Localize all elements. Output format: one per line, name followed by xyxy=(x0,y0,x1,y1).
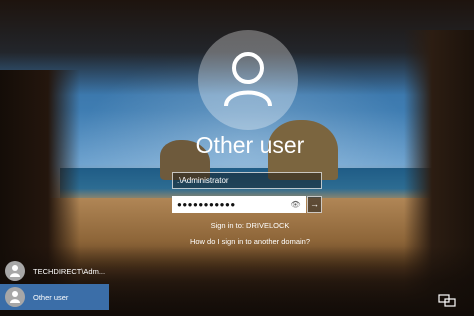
user-icon xyxy=(10,291,20,303)
user-avatar xyxy=(198,30,298,130)
user-icon xyxy=(224,52,272,107)
help-link[interactable]: How do I sign in to another domain? xyxy=(150,237,350,246)
user-list-label: TECHDIRECT\Adm... xyxy=(33,266,106,276)
eye-icon[interactable]: 👁 xyxy=(290,200,301,209)
password-mask: ●●●●●●●●●●● xyxy=(177,200,236,209)
user-list-label: Other user xyxy=(33,292,69,302)
username-title: Other user xyxy=(195,132,305,158)
user-list-item[interactable]: TECHDIRECT\Adm... xyxy=(0,258,109,284)
sign-in-domain: Sign in to: DRIVELOCK xyxy=(210,221,290,230)
username-input[interactable]: .\Administrator xyxy=(172,172,322,189)
arrow-right-icon: → xyxy=(310,199,319,209)
password-input[interactable]: ●●●●●●●●●●● 👁 xyxy=(172,196,306,213)
lock-screen: Other user .\Administrator ●●●●●●●●●●● 👁… xyxy=(0,0,474,316)
user-avatar-small xyxy=(5,287,25,307)
network-icon[interactable] xyxy=(438,294,456,308)
user-icon xyxy=(10,265,20,277)
user-avatar-small xyxy=(5,261,25,281)
user-list: TECHDIRECT\Adm... Other user xyxy=(0,258,109,310)
submit-button[interactable]: → xyxy=(307,196,322,213)
user-list-item[interactable]: Other user xyxy=(0,284,109,310)
